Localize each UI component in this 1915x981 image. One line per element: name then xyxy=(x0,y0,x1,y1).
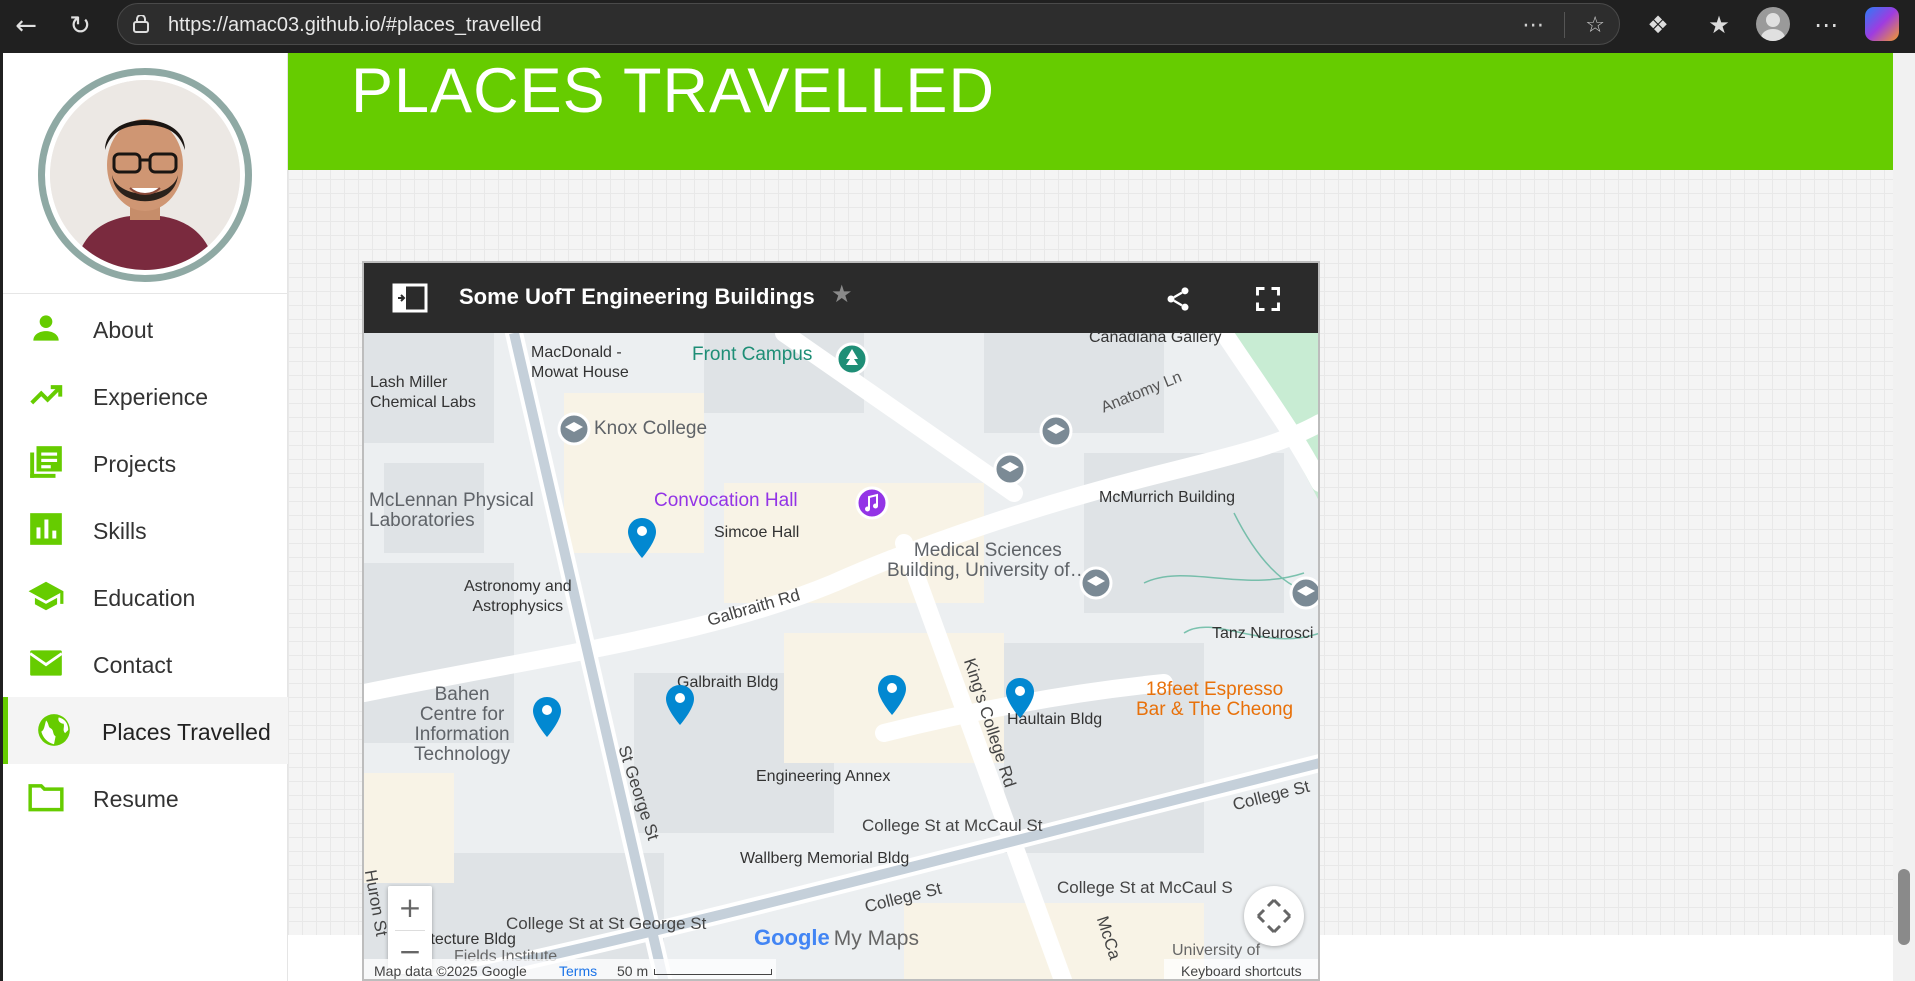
bar-chart-icon xyxy=(30,513,62,545)
map-label-astronomy: Astronomy and Astrophysics xyxy=(464,578,572,615)
library-books-icon xyxy=(30,446,62,478)
sidebar-item-places-travelled[interactable]: Places Travelled xyxy=(3,697,288,764)
share-icon[interactable] xyxy=(1164,285,1192,313)
map-pin-icon[interactable] xyxy=(876,673,908,717)
school-poi-icon[interactable] xyxy=(1078,565,1114,601)
my-maps-text: My Maps xyxy=(833,927,919,950)
sidebar-item-label: About xyxy=(93,317,154,343)
back-icon[interactable]: ← xyxy=(8,8,44,44)
star-icon[interactable]: ★ xyxy=(831,280,853,308)
sidebar-item-about[interactable]: About xyxy=(3,295,288,362)
address-divider xyxy=(1564,12,1566,38)
map-label-convocation-hall: Convocation Hall xyxy=(654,490,798,511)
zoom-in-button[interactable]: + xyxy=(388,886,432,930)
section-header: PLACES TRAVELLED xyxy=(288,53,1893,170)
map-label-canadiana: Canadiana Gallery xyxy=(1089,329,1222,346)
fullscreen-icon[interactable] xyxy=(1254,285,1282,313)
browser-toolbar: ← ↻ https://amac03.github.io/#places_tra… xyxy=(0,0,1915,53)
copilot-icon[interactable] xyxy=(1865,7,1899,41)
map-label-espresso: 18feet Espresso Bar & The Cheong xyxy=(1136,679,1294,720)
school-icon xyxy=(28,581,64,611)
map-label-medical-sciences: Medical Sciences Building, University of… xyxy=(887,540,1089,581)
more-options-icon[interactable]: ⋯ xyxy=(1810,9,1842,41)
map-canvas[interactable]: Canadiana Gallery MacDonald - Mowat Hous… xyxy=(364,329,1320,979)
favorites-icon[interactable]: ★ xyxy=(1703,9,1735,41)
trending-up-icon xyxy=(30,385,63,405)
recenter-button[interactable] xyxy=(1244,886,1304,946)
sidebar-item-label: Projects xyxy=(93,451,177,477)
sidebar-item-label: Resume xyxy=(93,786,179,812)
map-label-mcmurrich: McMurrich Building xyxy=(1099,489,1236,506)
google-logo: Google My Maps xyxy=(754,925,919,951)
map-label-engineering-annex: Engineering Annex xyxy=(756,768,891,785)
mail-icon xyxy=(29,650,63,676)
map-attribution: Map data ©2025 Google Terms 50 m Keyboar… xyxy=(364,959,1318,979)
map-label-college-st-george: College St at St George St xyxy=(506,914,707,933)
favorite-star-icon[interactable]: ☆ xyxy=(1585,13,1605,38)
map-label-knox: Knox College xyxy=(594,418,708,439)
sidebar-item-skills[interactable]: Skills xyxy=(3,496,288,563)
scrollbar-thumb[interactable] xyxy=(1898,869,1910,945)
sidebar-item-contact[interactable]: Contact xyxy=(3,630,288,697)
map-label-macdonald: MacDonald - Mowat House xyxy=(531,344,629,381)
map-embed[interactable]: Some UofT Engineering Buildings ★ Canadi… xyxy=(362,261,1320,981)
sidebar-item-label: Contact xyxy=(93,652,173,678)
map-label-college-mccaul-2: College St at McCaul S xyxy=(1057,878,1233,897)
map-label-simcoe-hall: Simcoe Hall xyxy=(714,524,800,541)
keyboard-shortcuts-link[interactable]: Keyboard shortcuts xyxy=(1181,963,1302,979)
sidebar-item-resume[interactable]: Resume xyxy=(3,764,288,831)
map-label-college-mccaul: College St at McCaul St xyxy=(862,816,1043,835)
sidebar-item-experience[interactable]: Experience xyxy=(3,362,288,429)
map-label-front-campus: Front Campus xyxy=(692,344,813,365)
school-poi-icon[interactable] xyxy=(1288,575,1320,611)
music-venue-icon[interactable] xyxy=(854,485,890,521)
scale-bar xyxy=(654,969,772,975)
sidebar-item-label: Places Travelled xyxy=(102,719,271,745)
address-bar[interactable]: https://amac03.github.io/#places_travell… xyxy=(117,3,1620,45)
map-data-text: Map data ©2025 Google xyxy=(374,963,527,979)
map-label-mclennan: McLennan Physical Laboratories xyxy=(369,490,534,531)
sidebar: About Experience Projects Skills Educati… xyxy=(3,53,288,981)
sidebar-item-label: Education xyxy=(93,585,196,611)
map-header: Some UofT Engineering Buildings ★ xyxy=(364,263,1318,333)
profile-avatar-icon[interactable] xyxy=(1756,7,1790,41)
map-label-lash-miller: Lash Miller Chemical Labs xyxy=(370,374,476,411)
google-logo-text: Google xyxy=(754,925,830,950)
map-label-wallberg: Wallberg Memorial Bldg xyxy=(740,850,910,867)
sidebar-item-label: Skills xyxy=(93,518,147,544)
page-title: PLACES TRAVELLED xyxy=(351,56,995,126)
map-pin-icon[interactable] xyxy=(664,683,696,727)
folder-icon xyxy=(28,784,64,812)
map-label-tanz: Tanz Neurosci xyxy=(1212,625,1314,642)
map-title: Some UofT Engineering Buildings xyxy=(459,284,815,309)
sidebar-divider xyxy=(3,293,288,294)
park-icon[interactable] xyxy=(834,341,870,377)
map-pin-icon[interactable] xyxy=(626,516,658,560)
map-pin-icon[interactable] xyxy=(1004,676,1036,720)
school-poi-icon[interactable] xyxy=(992,451,1028,487)
globe-icon xyxy=(38,714,70,746)
sidebar-nav: About Experience Projects Skills Educati… xyxy=(3,295,288,831)
move-arrows-icon xyxy=(1256,898,1292,934)
refresh-icon[interactable]: ↻ xyxy=(62,8,98,44)
profile-photo xyxy=(50,80,240,270)
sidebar-item-label: Experience xyxy=(93,384,209,410)
person-icon xyxy=(33,315,59,341)
scale-text: 50 m xyxy=(617,963,649,979)
reader-mode-icon[interactable]: ⋯ xyxy=(1522,13,1544,38)
page-scrollbar[interactable] xyxy=(1893,53,1915,981)
school-poi-icon[interactable] xyxy=(1038,413,1074,449)
avatar xyxy=(38,68,252,282)
url-text: https://amac03.github.io/#places_travell… xyxy=(168,14,542,36)
school-poi-icon[interactable] xyxy=(556,411,592,447)
sidebar-item-projects[interactable]: Projects xyxy=(3,429,288,496)
map-pin-icon[interactable] xyxy=(531,695,563,739)
map-label-bahen: Bahen Centre for Information Technology xyxy=(414,684,511,765)
extensions-icon[interactable]: ❖ xyxy=(1642,9,1674,41)
map-legend-toggle-icon[interactable] xyxy=(392,283,428,313)
lock-icon xyxy=(133,15,149,33)
sidebar-item-education[interactable]: Education xyxy=(3,563,288,630)
terms-link[interactable]: Terms xyxy=(559,963,597,979)
